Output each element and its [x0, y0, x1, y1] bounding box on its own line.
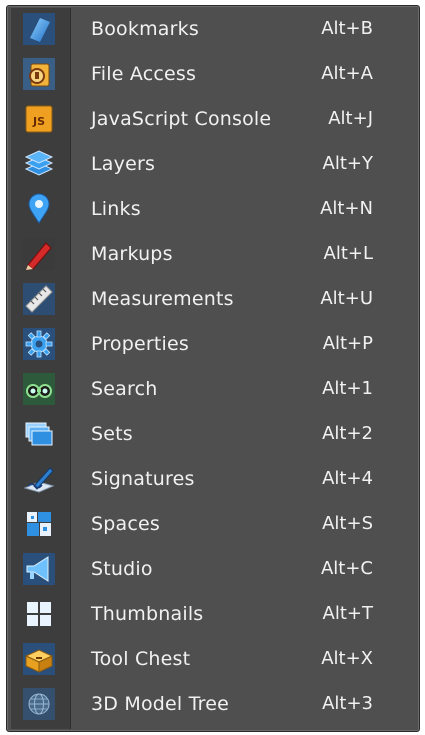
svg-text:JS: JS [32, 115, 45, 128]
menu-item-shortcut: Alt+P [322, 333, 373, 354]
signature-pen-icon [13, 456, 65, 501]
menu-item-shortcut: Alt+U [320, 288, 373, 309]
menu-item-label: Links [91, 197, 141, 220]
menu-item-layers[interactable]: Layers Alt+Y [7, 141, 419, 186]
menu-item-label: Bookmarks [91, 17, 199, 40]
menu-item-label: Studio [91, 557, 153, 580]
sets-stack-icon [13, 411, 65, 456]
floorplan-icon [13, 501, 65, 546]
menu-item-label: Properties [91, 332, 190, 355]
bookmark-icon [13, 6, 65, 51]
menu-item-shortcut: Alt+B [321, 18, 373, 39]
tool-chest-icon [13, 636, 65, 681]
menu-item-spaces[interactable]: Spaces Alt+S [7, 501, 419, 546]
menu-item-search[interactable]: Search Alt+1 [7, 366, 419, 411]
menu-item-tool-chest[interactable]: Tool Chest Alt+X [7, 636, 419, 681]
menu-item-shortcut: Alt+T [322, 603, 373, 624]
menu-item-label: JavaScript Console [91, 107, 272, 130]
file-access-icon [13, 51, 65, 96]
menu-item-markups[interactable]: Markups Alt+L [7, 231, 419, 276]
menu-item-label: Markups [91, 242, 173, 265]
menu-item-javascript-console[interactable]: JS JavaScript Console Alt+J [7, 96, 419, 141]
menu-item-bookmarks[interactable]: Bookmarks Alt+B [7, 6, 419, 51]
menu-item-3d-model-tree[interactable]: 3D Model Tree Alt+3 [7, 681, 419, 726]
menu-item-shortcut: Alt+1 [322, 378, 373, 399]
layers-icon [13, 141, 65, 186]
javascript-icon: JS [13, 96, 65, 141]
menu-item-file-access[interactable]: File Access Alt+A [7, 51, 419, 96]
menu-item-label: Thumbnails [91, 602, 204, 625]
menu-item-shortcut: Alt+S [322, 513, 373, 534]
panels-menu: Bookmarks Alt+B File Access Alt+A JS Jav… [6, 5, 420, 732]
menu-item-thumbnails[interactable]: Thumbnails Alt+T [7, 591, 419, 636]
thumbnails-grid-icon [13, 591, 65, 636]
menu-item-shortcut: Alt+A [321, 63, 373, 84]
menu-item-shortcut: Alt+L [323, 243, 373, 264]
menu-item-links[interactable]: Links Alt+N [7, 186, 419, 231]
ruler-icon [13, 276, 65, 321]
menu-item-label: 3D Model Tree [91, 692, 230, 715]
menu-item-studio[interactable]: Studio Alt+C [7, 546, 419, 591]
gear-icon [13, 321, 65, 366]
menu-item-shortcut: Alt+X [321, 648, 373, 669]
menu-item-label: Tool Chest [91, 647, 191, 670]
studio-megaphone-icon [13, 546, 65, 591]
menu-item-shortcut: Alt+Y [322, 153, 373, 174]
menu-item-label: Layers [91, 152, 156, 175]
menu-item-label: Signatures [91, 467, 195, 490]
menu-item-signatures[interactable]: Signatures Alt+4 [7, 456, 419, 501]
menu-item-sets[interactable]: Sets Alt+2 [7, 411, 419, 456]
menu-item-label: Sets [91, 422, 133, 445]
menu-item-shortcut: Alt+3 [322, 693, 373, 714]
menu-item-shortcut: Alt+2 [322, 423, 373, 444]
menu-item-measurements[interactable]: Measurements Alt+U [7, 276, 419, 321]
menu-item-label: Search [91, 377, 158, 400]
menu-item-shortcut: Alt+C [320, 558, 373, 579]
menu-item-shortcut: Alt+J [328, 108, 373, 129]
menu-item-properties[interactable]: Properties Alt+P [7, 321, 419, 366]
menu-item-label: Measurements [91, 287, 234, 310]
globe-icon [13, 681, 65, 726]
menu-item-label: File Access [91, 62, 197, 85]
binoculars-icon [13, 366, 65, 411]
menu-item-shortcut: Alt+N [320, 198, 373, 219]
markup-pen-icon [13, 231, 65, 276]
menu-item-shortcut: Alt+4 [322, 468, 373, 489]
links-pin-icon [13, 186, 65, 231]
menu-item-label: Spaces [91, 512, 160, 535]
